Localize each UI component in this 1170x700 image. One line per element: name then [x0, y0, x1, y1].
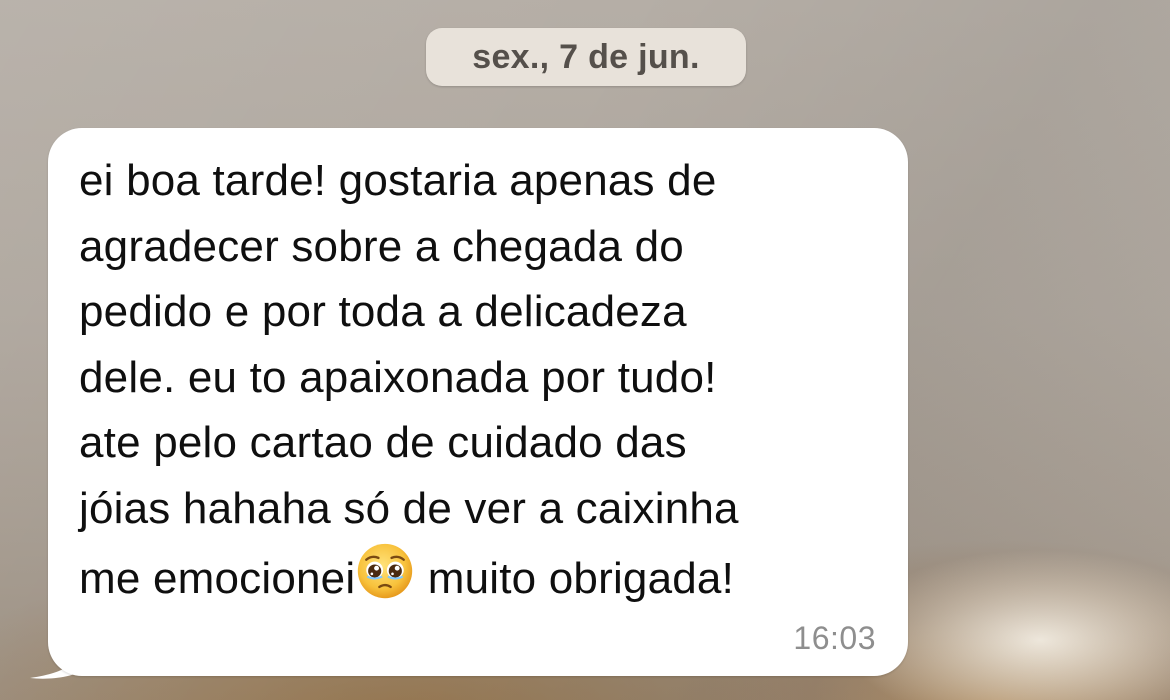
message-text: ei boa tarde! gostaria apenas de agradec…	[79, 148, 879, 612]
message-text-before-emoji: me emocionei	[79, 554, 356, 603]
pleading-face-emoji-icon	[358, 543, 413, 599]
message-line: agradecer sobre a chegada do	[79, 221, 684, 271]
message-line: pedido e por toda a delicadeza	[79, 287, 687, 336]
date-separator-pill: sex., 7 de jun.	[426, 28, 746, 86]
date-separator-label: sex., 7 de jun.	[472, 37, 700, 76]
message-line: dele. eu to apaixonada por tudo!	[79, 352, 717, 402]
message-text-after-emoji: muito obrigada!	[415, 554, 735, 603]
message-line-last: me emocionei muito obrigada!	[79, 541, 879, 612]
message-timestamp: 16:03	[793, 620, 876, 656]
message-line: ate pelo cartao de cuidado das	[79, 418, 687, 467]
message-line: ei boa tarde! gostaria apenas de	[79, 156, 717, 205]
message-line: jóias hahaha só de ver a caixinha	[79, 483, 739, 533]
